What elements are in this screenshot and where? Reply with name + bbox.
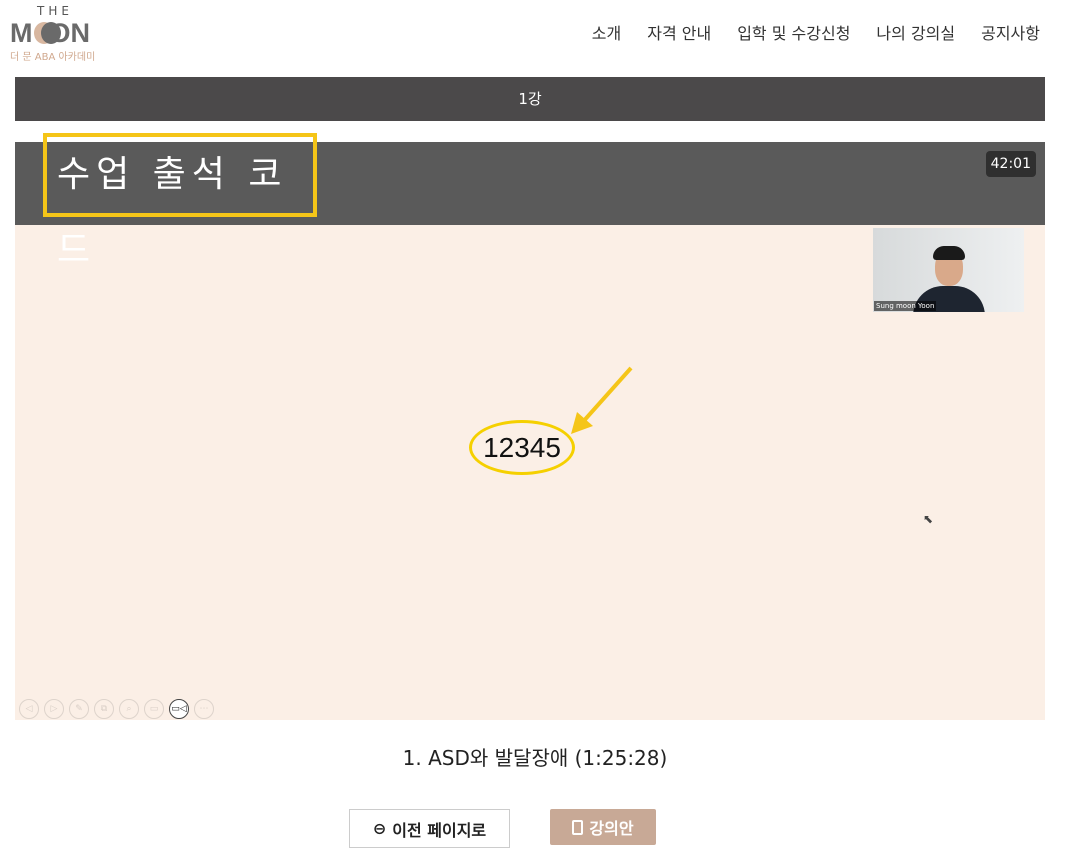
camera-button[interactable]: ▭◁ [169, 699, 189, 719]
slide-header: 수업 출석 코드 42:01 [15, 133, 1045, 271]
slide-title: 수업 출석 코드 [43, 133, 317, 271]
arrow-icon [571, 366, 633, 434]
presenter-webcam: Sung moon Yoon [873, 228, 1024, 312]
mouse-cursor-icon: ⬉ [923, 512, 934, 526]
next-slide-button[interactable]: ▷ [44, 699, 64, 719]
prev-slide-button[interactable]: ◁ [19, 699, 39, 719]
back-arrow-icon: ⊖ [372, 819, 387, 838]
document-icon [572, 819, 584, 835]
lecture-caption: 1. ASD와 발달장애 (1:25:28) [402, 746, 668, 770]
logo-the: THE [37, 4, 73, 18]
presenter-name: Sung moon Yoon [874, 301, 937, 311]
nav-qualification[interactable]: 자격 안내 [647, 20, 711, 44]
nav-notice[interactable]: 공지사항 [981, 20, 1040, 44]
slide-controls: ◁ ▷ ✎ ⧉ ⌕ ▭ ▭◁ ⋯ [19, 699, 214, 719]
lecture-plan-label: 강의안 [589, 819, 634, 838]
lecture-title-bar: 1강 [15, 77, 1045, 121]
nav-admission[interactable]: 입학 및 수강신청 [737, 20, 850, 44]
previous-page-button[interactable]: ⊖ 이전 페이지로 [349, 809, 510, 848]
logo-subtitle: 더 문 ABA 아카데미 [10, 52, 96, 63]
previous-page-label: 이전 페이지로 [392, 820, 487, 840]
more-button[interactable]: ⋯ [194, 699, 214, 719]
nav-about[interactable]: 소개 [592, 20, 621, 44]
video-player[interactable]: 수업 출석 코드 42:01 Sung moon Yoon 12345 ⬉ ◁ … [15, 133, 1045, 720]
attendance-code: 12345 [469, 420, 575, 475]
logo-moon: M ON [10, 18, 90, 48]
pen-button[interactable]: ✎ [69, 699, 89, 719]
nav-my-classroom[interactable]: 나의 강의실 [876, 20, 955, 44]
logo[interactable]: THE M ON 더 문 ABA 아카데미 [10, 4, 102, 63]
main-nav: 소개 자격 안내 입학 및 수강신청 나의 강의실 공지사항 [592, 20, 1040, 44]
subtitle-button[interactable]: ▭ [144, 699, 164, 719]
lecture-plan-button[interactable]: 강의안 [550, 809, 656, 845]
slides-grid-button[interactable]: ⧉ [94, 699, 114, 719]
presenter-hair [933, 246, 965, 260]
zoom-button[interactable]: ⌕ [119, 699, 139, 719]
video-timer: 42:01 [985, 151, 1036, 177]
